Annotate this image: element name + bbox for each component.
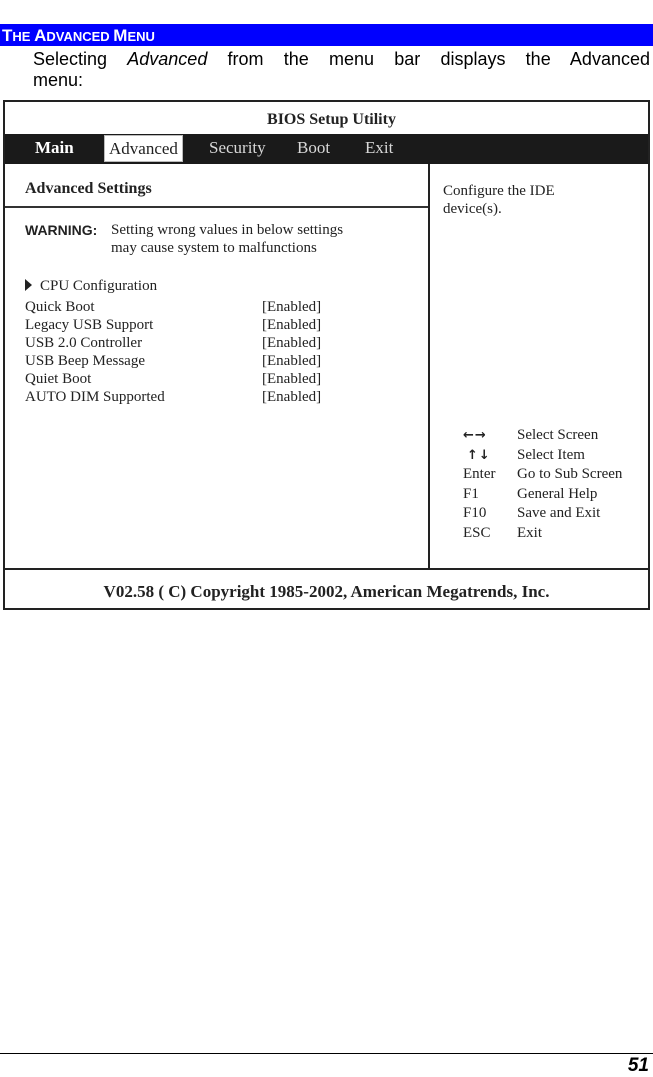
setting-label: Quick Boot	[25, 299, 95, 315]
section-title: THE ADVANCED MENU	[2, 26, 155, 45]
setting-row[interactable]: AUTO DIM Supported [Enabled]	[25, 388, 425, 406]
intro-line-1: Selecting Advanced from the menu bar dis…	[33, 49, 650, 69]
setting-label: Quiet Boot	[25, 371, 92, 387]
setting-value[interactable]: [Enabled]	[262, 370, 321, 388]
setting-label: USB 2.0 Controller	[25, 335, 143, 351]
setting-value[interactable]: [Enabled]	[262, 352, 321, 370]
submenu-cpu-configuration[interactable]: CPU Configuration	[25, 278, 157, 295]
setting-row[interactable]: Quick Boot [Enabled]	[25, 298, 425, 316]
setting-row[interactable]: USB 2.0 Controller [Enabled]	[25, 334, 425, 352]
bios-title: BIOS Setup Utility	[267, 111, 396, 128]
key-description: Exit	[517, 524, 542, 541]
setting-value[interactable]: [Enabled]	[262, 316, 321, 334]
setting-value[interactable]: [Enabled]	[262, 334, 321, 352]
key-row: F1 General Help	[442, 485, 652, 505]
help-text: Configure the IDE device(s).	[443, 183, 555, 217]
pane-heading: Advanced Settings	[25, 180, 152, 197]
key-row: ESC Exit	[442, 524, 652, 544]
section-title-bar: THE ADVANCED MENU	[0, 24, 653, 46]
settings-pane: Advanced Settings WARNING: Setting wrong…	[5, 164, 430, 569]
key-row: F10 Save and Exit	[442, 504, 652, 524]
page-footer-rule	[0, 1053, 653, 1054]
heading-divider	[5, 206, 428, 208]
settings-list: Quick Boot [Enabled] Legacy USB Support [E…	[25, 298, 425, 406]
key-description: Go to Sub Screen	[517, 466, 623, 482]
menu-tab-boot[interactable]: Boot	[297, 134, 330, 164]
setting-row[interactable]: Quiet Boot [Enabled]	[25, 370, 425, 388]
key-name: F1	[463, 485, 479, 502]
key-name: ESC	[463, 524, 491, 541]
menu-tab-main[interactable]: Main	[35, 134, 74, 164]
menu-tab-security[interactable]: Security	[209, 134, 266, 164]
setting-label: USB Beep Message	[25, 353, 145, 369]
menu-tab-advanced[interactable]: Advanced	[104, 135, 183, 162]
setting-label: Legacy USB Support	[25, 317, 154, 333]
key-description: General Help	[517, 485, 598, 502]
left-right-arrows-icon: ←→	[463, 428, 487, 443]
key-name: Enter	[463, 466, 496, 482]
key-row: Enter Go to Sub Screen	[442, 465, 652, 485]
setting-row[interactable]: USB Beep Message [Enabled]	[25, 352, 425, 370]
key-description: Save and Exit	[517, 505, 601, 521]
bios-copyright-footer: V02.58 ( C) Copyright 1985-2002, America…	[5, 568, 648, 608]
key-legend: ←→ Select Screen ↑↓ Select Item Enter Go to…	[442, 426, 652, 543]
setting-label: AUTO DIM Supported	[25, 389, 165, 405]
page-number: 51	[627, 1055, 649, 1076]
warning-text: Setting wrong values in below settings m…	[111, 222, 344, 256]
menu-tab-exit[interactable]: Exit	[365, 134, 393, 164]
key-description: Select Screen	[517, 427, 599, 443]
intro-line-2: menu:	[33, 70, 84, 90]
intro-paragraph: Selecting Advanced from the menu bar dis…	[33, 49, 650, 91]
warning-label: WARNING:	[25, 222, 98, 238]
setting-value[interactable]: [Enabled]	[262, 388, 321, 406]
setting-value[interactable]: [Enabled]	[262, 298, 321, 316]
up-down-arrows-icon: ↑↓	[467, 447, 491, 463]
help-pane: Configure the IDE device(s). ←→ Select Sc…	[430, 164, 648, 569]
submenu-arrow-icon	[25, 279, 32, 291]
key-name: F10	[463, 505, 487, 521]
bios-menubar: Main Advanced Security Boot Exit	[5, 134, 648, 164]
bios-screenshot: BIOS Setup Utility Main Advanced Securit…	[3, 100, 650, 610]
key-description: Select Item	[517, 446, 585, 463]
setting-row[interactable]: Legacy USB Support [Enabled]	[25, 316, 425, 334]
key-row: ↑↓ Select Item	[442, 446, 652, 466]
key-row: ←→ Select Screen	[442, 426, 652, 446]
intro-emphasis: Advanced	[127, 49, 208, 69]
